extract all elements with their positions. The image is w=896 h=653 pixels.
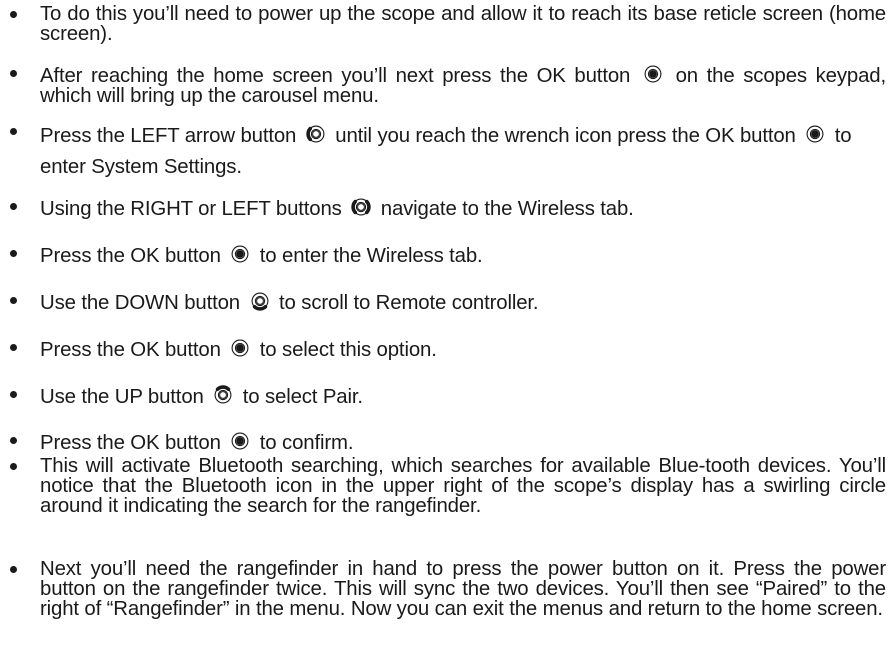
keypad-r-segment — [228, 389, 232, 401]
keypad-d-segment — [646, 79, 659, 83]
step-text: Press the OK button — [40, 432, 221, 454]
keypad-r-segment — [365, 199, 371, 215]
keypad-center-button — [219, 391, 228, 399]
keypad-u-segment — [309, 125, 322, 129]
step-select-option: Press the OK button to select this optio… — [10, 337, 886, 361]
keypad-r-segment — [658, 68, 662, 80]
keypad-left-right-icon — [349, 196, 373, 218]
keypad-l-segment — [231, 342, 236, 354]
keypad-d-segment — [355, 212, 368, 216]
keypad-center-button — [255, 297, 264, 305]
keypad-l-segment — [306, 126, 312, 142]
keypad-l-segment — [644, 68, 648, 80]
keypad-d-segment — [809, 139, 822, 143]
step-text: to select this option. — [259, 339, 437, 361]
bullet — [10, 128, 17, 135]
step-confirm: Press the OK button to confirm. — [10, 430, 886, 454]
step-bluetooth-searching: This will activate Bluetooth searching, … — [10, 455, 886, 517]
step-text: navigate to the Wireless tab. — [380, 198, 634, 220]
keypad-center-button — [811, 130, 820, 138]
step-text: Press the LEFT arrow button — [40, 125, 297, 147]
step-navigate-wireless: Using the RIGHT or LEFT buttons navigate… — [10, 196, 886, 220]
bullet — [10, 391, 17, 398]
keypad-down-icon — [248, 290, 272, 312]
keypad-up-icon — [211, 384, 235, 406]
keypad-u-segment — [234, 339, 247, 343]
keypad-u-segment — [234, 245, 247, 249]
keypad-ok-icon — [228, 243, 252, 265]
keypad-center-button — [236, 344, 245, 352]
step-text: until you reach the wrench icon press th… — [335, 125, 796, 147]
keypad-center-button — [357, 203, 366, 211]
keypad-r-segment — [245, 342, 249, 354]
bullet — [10, 11, 17, 18]
bullet — [10, 203, 17, 210]
keypad-u-segment — [809, 125, 822, 129]
step-text: After reaching the home screen you’ll ne… — [40, 65, 631, 87]
keypad-ok-icon — [803, 123, 827, 145]
keypad-r-segment — [820, 128, 824, 140]
keypad-u-segment — [646, 65, 659, 69]
step-text: Press the OK button — [40, 339, 221, 361]
step-text: to scroll to Remote controller. — [279, 292, 539, 314]
step-sync-rangefinder: Next you’ll need the rangefinder in hand… — [10, 558, 886, 620]
keypad-l-segment — [806, 128, 811, 140]
keypad-u-segment — [234, 432, 247, 436]
keypad-l-segment — [351, 199, 358, 215]
step-left-to-wrench: Press the LEFT arrow button until you re… — [10, 121, 886, 183]
bullet — [10, 344, 17, 351]
bullet — [10, 463, 17, 470]
keypad-d-segment — [252, 305, 267, 311]
bullet — [10, 297, 17, 304]
keypad-u-segment — [253, 292, 266, 296]
step-text: Next you’ll need the rangefinder in hand… — [40, 558, 886, 620]
keypad-r-segment — [264, 295, 268, 307]
bullet — [10, 70, 17, 77]
bullet — [10, 250, 17, 257]
keypad-r-segment — [245, 248, 249, 260]
step-text: to confirm. — [259, 432, 354, 454]
step-scroll-remote: Use the DOWN button to scroll to Remote … — [10, 290, 886, 314]
keypad-d-segment — [234, 353, 247, 357]
keypad-l-segment — [231, 435, 236, 447]
instructions-page: To do this you’ll need to power up the s… — [0, 0, 896, 653]
keypad-ok-icon — [228, 430, 252, 452]
step-text: to select Pair. — [242, 386, 363, 408]
step-text: This will activate Bluetooth searching, … — [40, 455, 886, 517]
step-text: Press the OK button — [40, 245, 221, 267]
keypad-ok-icon — [641, 63, 665, 85]
step-text: To do this you’ll need to power up the s… — [40, 3, 886, 45]
keypad-l-segment — [214, 389, 218, 401]
keypad-d-segment — [309, 139, 322, 143]
step-text: Use the DOWN button — [40, 292, 241, 314]
keypad-ok-icon — [228, 337, 252, 359]
keypad-center-button — [649, 70, 657, 78]
step-text: to enter the Wireless tab. — [259, 245, 483, 267]
step-text: Use the UP button — [40, 386, 204, 408]
keypad-d-segment — [234, 446, 247, 450]
step-text: Using the RIGHT or LEFT buttons — [40, 198, 342, 220]
bullet — [10, 437, 17, 444]
keypad-d-segment — [234, 259, 247, 263]
keypad-u-segment — [216, 385, 231, 391]
keypad-left-icon — [304, 123, 328, 145]
keypad-center-button — [236, 250, 245, 258]
keypad-u-segment — [355, 198, 368, 202]
keypad-d-segment — [217, 400, 230, 404]
keypad-l-segment — [251, 295, 255, 307]
keypad-l-segment — [231, 248, 236, 260]
bullet — [10, 566, 17, 573]
keypad-center-button — [236, 437, 245, 445]
step-enter-wireless: Press the OK button to enter the Wireles… — [10, 243, 886, 267]
keypad-center-button — [311, 130, 320, 138]
step-press-ok-carousel: After reaching the home screen you’ll ne… — [10, 63, 886, 106]
keypad-r-segment — [321, 128, 325, 140]
step-power-up: To do this you’ll need to power up the s… — [10, 3, 886, 45]
keypad-r-segment — [245, 435, 249, 447]
step-select-pair: Use the UP button to select Pair. — [10, 384, 886, 408]
